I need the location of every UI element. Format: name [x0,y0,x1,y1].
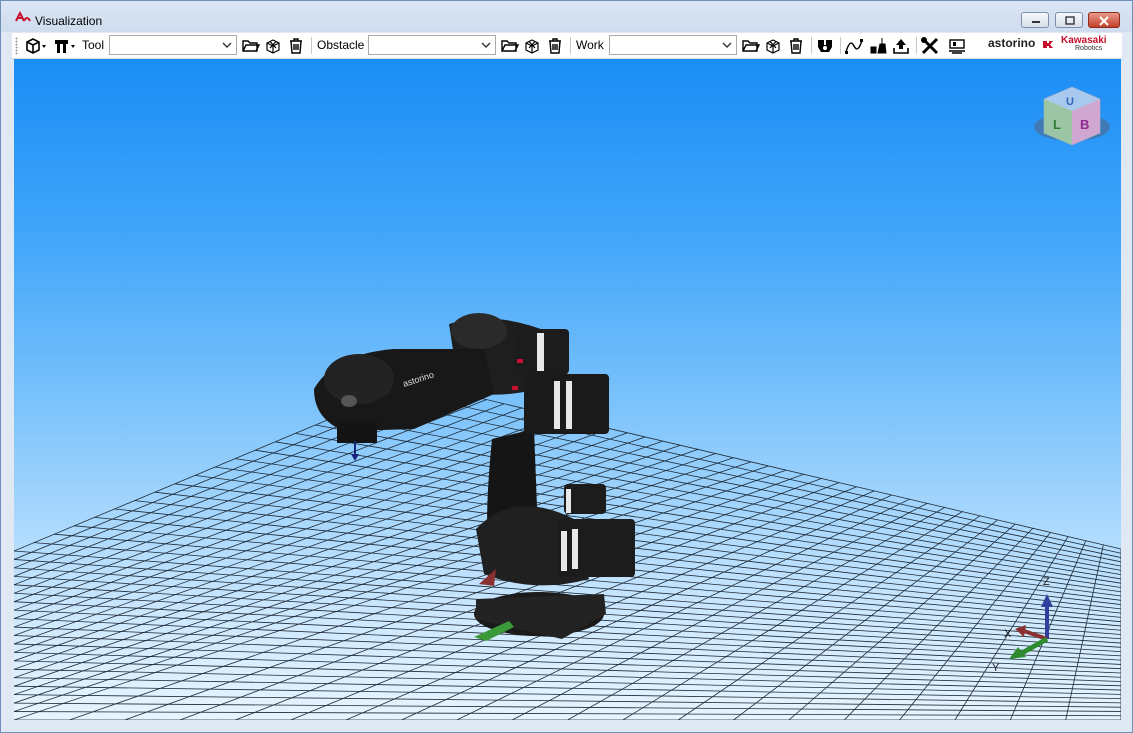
astorino-app-icon [15,11,31,22]
status-bar [1,720,1132,732]
scene-canvas[interactable]: astorino U L B Z X Y [14,59,1121,720]
obstacle-label: Obstacle [317,38,365,52]
gripper-icon[interactable] [815,36,835,56]
toolbar-separator [311,37,312,54]
chevron-down-icon [222,42,232,48]
trash-icon[interactable] [545,36,565,56]
minimize-icon [1032,21,1040,23]
chevron-down-icon [481,42,491,48]
close-icon [1099,16,1109,26]
axis-x-label: X [1004,628,1012,640]
toolbar: Tool Obstacle Work astorino Kawasaki Rob… [12,33,1122,59]
view-cube-dropdown-icon[interactable] [24,36,48,56]
work-label: Work [576,38,604,52]
toolbar-separator [811,37,812,54]
toolbar-separator [916,37,917,54]
view-cube-face-b: B [1080,117,1089,132]
work-select[interactable] [609,35,737,55]
close-button[interactable] [1088,12,1120,28]
minimize-button[interactable] [1021,12,1049,28]
orientation-view-cube[interactable]: U L B [1034,86,1110,146]
obstacle-select[interactable] [368,35,496,55]
robot-base-dropdown-icon[interactable] [53,36,77,56]
axis-z-label: Z [1043,576,1050,588]
tool-label: Tool [82,38,105,52]
open-folder-icon[interactable] [741,36,761,56]
view-cube-face-u: U [1066,96,1074,108]
robotics-brand-text: Robotics [1075,45,1103,52]
trash-icon[interactable] [786,36,806,56]
trash-icon[interactable] [286,36,306,56]
chevron-down-icon [722,42,732,48]
mesh-cube-icon[interactable] [763,36,783,56]
open-folder-icon[interactable] [500,36,520,56]
3d-viewport[interactable]: astorino U L B Z X Y [14,59,1121,720]
astorino-brand-text: astorino [988,36,1036,50]
clear-path-icon[interactable] [868,36,888,56]
tool-select[interactable] [109,35,237,55]
kawasaki-logo-icon [1043,41,1053,48]
mesh-cube-icon[interactable] [263,36,283,56]
title-bar: Visualization [1,1,1132,32]
tools-icon[interactable] [920,36,940,56]
upload-icon[interactable] [891,36,911,56]
view-cube-face-l: L [1053,117,1061,132]
maximize-button[interactable] [1055,12,1083,28]
toolbar-grip[interactable] [15,37,18,55]
mesh-cube-icon[interactable] [522,36,542,56]
trajectory-icon[interactable] [844,36,864,56]
window-title: Visualization [35,14,103,28]
toolbar-separator [840,37,841,54]
settings-icon[interactable] [947,36,967,56]
restore-icon [1065,16,1075,25]
toolbar-separator [570,37,571,54]
visualization-window: Visualization Tool Obstacle Work astorin… [0,0,1133,733]
axis-y-label: Y [992,662,1000,674]
open-folder-icon[interactable] [241,36,261,56]
